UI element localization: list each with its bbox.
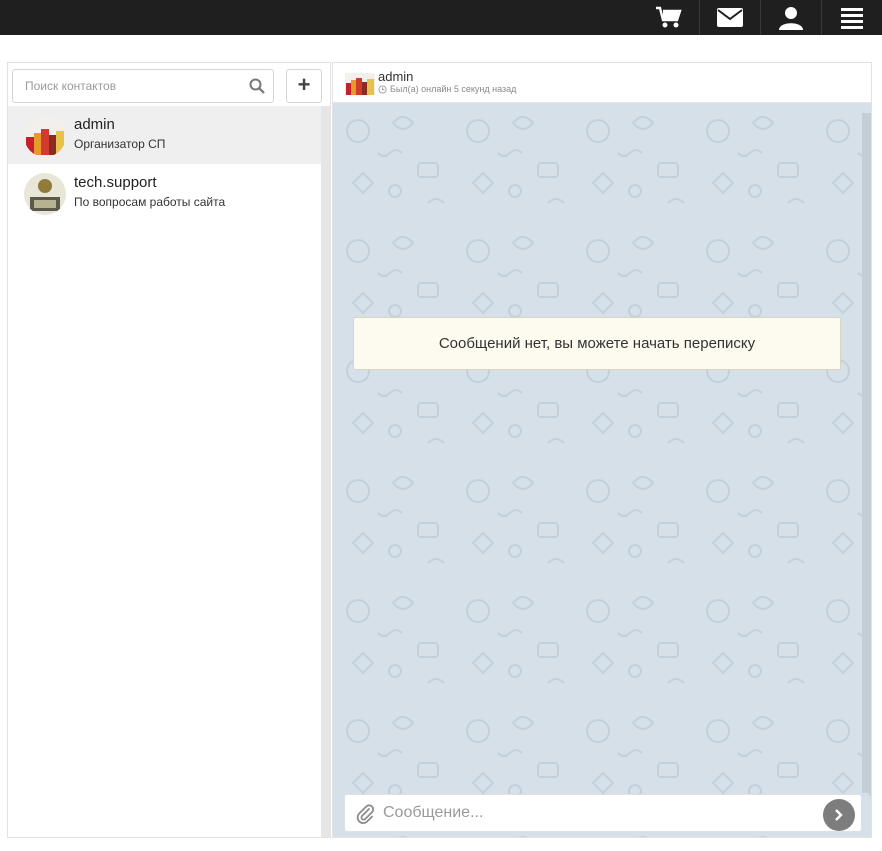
chat-header: admin Был(а) онлайн 5 секунд назад (333, 63, 871, 103)
add-contact-label: + (297, 72, 311, 97)
chat-contact-status: Был(а) онлайн 5 секунд назад (378, 84, 516, 94)
profile-button[interactable] (760, 0, 821, 35)
contacts-panel: + admin Организатор СП (7, 62, 331, 838)
contact-avatar (24, 173, 66, 215)
contact-search-input[interactable] (13, 70, 233, 102)
contacts-scrollbar[interactable] (321, 106, 330, 837)
contact-name: admin (74, 116, 115, 133)
add-contact-button[interactable]: + (286, 69, 322, 103)
menu-button[interactable] (821, 0, 882, 35)
message-input[interactable] (383, 799, 813, 827)
chevron-right-icon (835, 809, 843, 821)
last-seen-text: Был(а) онлайн 5 секунд назад (390, 84, 517, 94)
empty-chat-notice: Сообщений нет, вы можете начать переписк… (353, 317, 841, 370)
contact-subtitle: По вопросам работы сайта (74, 195, 226, 209)
search-icon[interactable] (249, 78, 265, 94)
top-navbar (0, 0, 882, 35)
chat-background-pattern (333, 103, 871, 837)
contact-item-tech-support[interactable]: tech.support По вопросам работы сайта (8, 164, 321, 222)
mail-icon (717, 8, 743, 27)
cart-icon (655, 6, 682, 27)
mail-button[interactable] (699, 0, 760, 35)
chat-messages-area: Сообщений нет, вы можете начать переписк… (333, 103, 871, 837)
chat-panel: admin Был(а) онлайн 5 секунд назад Сообщ… (332, 62, 872, 838)
menu-icon (841, 7, 863, 29)
clock-icon (378, 84, 387, 94)
contact-list: admin Организатор СП tech.support По воп… (8, 106, 321, 837)
paperclip-icon[interactable] (355, 804, 375, 824)
contact-avatar (24, 115, 66, 157)
contact-item-admin[interactable]: admin Организатор СП (8, 106, 321, 164)
contacts-search-row: + (12, 69, 328, 103)
contact-subtitle: Организатор СП (74, 137, 166, 151)
message-composer (344, 794, 862, 832)
contact-name: tech.support (74, 174, 157, 191)
chat-contact-name: admin (378, 69, 414, 84)
user-icon (779, 6, 803, 30)
chat-scrollbar[interactable] (862, 113, 871, 793)
top-nav-icons (638, 0, 882, 35)
chat-header-avatar (345, 73, 375, 95)
cart-button[interactable] (638, 0, 699, 35)
contact-search-box (12, 69, 274, 103)
send-button[interactable] (823, 799, 855, 831)
